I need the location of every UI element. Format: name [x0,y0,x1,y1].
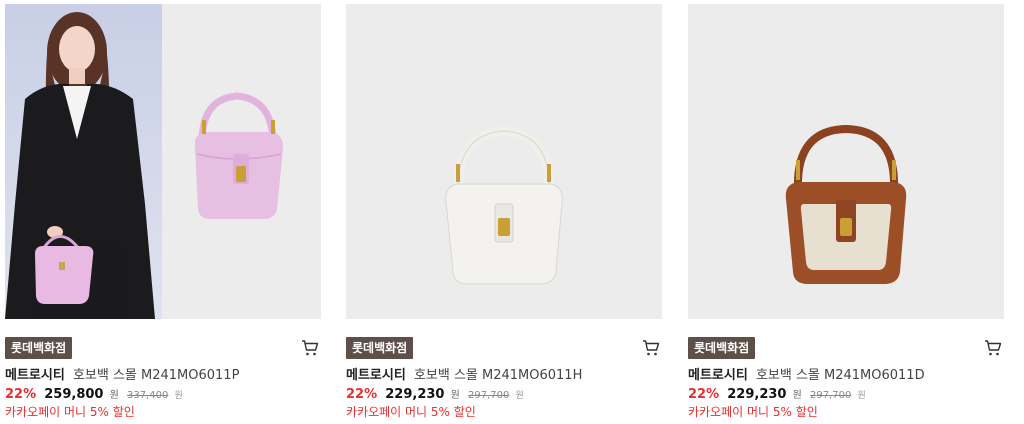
product-title[interactable]: 메트로시티 호보백 스몰 M241MO6011P [5,367,321,385]
product-name: 호보백 스몰 M241MO6011H [413,368,583,383]
original-price: 297,700 [467,390,510,401]
discount-rate: 22% [688,387,720,402]
original-currency-label: 원 [515,391,524,401]
sale-price: 229,230 [385,387,445,402]
product-grid: 롯데백화점 메트로시티 호보백 스몰 M241MO6011P 22% 259,8… [5,4,1005,424]
promo-text: 카카오페이 머니 5% 할인 [346,405,476,419]
product-card[interactable]: 롯데백화점 메트로시티 호보백 스몰 M241MO6011P 22% 259,8… [5,4,321,424]
sale-price: 229,230 [727,387,787,402]
price-row: 22% 229,230 원 297,700 원 [346,386,524,405]
cart-icon[interactable] [984,339,1002,357]
promo-text: 카카오페이 머니 5% 할인 [5,405,135,419]
product-title[interactable]: 메트로시티 호보백 스몰 M241MO6011D [688,367,1004,385]
original-price: 337,400 [126,390,169,401]
original-currency-label: 원 [857,391,866,401]
price-row: 22% 259,800 원 337,400 원 [5,386,183,405]
product-image[interactable] [346,4,662,319]
discount-rate: 22% [346,387,378,402]
product-image[interactable] [5,4,321,319]
cart-icon[interactable] [642,339,660,357]
product-name: 호보백 스몰 M241MO6011P [72,368,240,383]
discount-rate: 22% [5,387,37,402]
store-badge: 롯데백화점 [346,337,414,359]
cart-icon[interactable] [301,339,319,357]
product-name: 호보백 스몰 M241MO6011D [755,368,925,383]
product-image[interactable] [688,4,1004,319]
product-photo [346,4,662,319]
brand-name: 메트로시티 [346,368,406,383]
product-photo [688,4,1004,319]
brand-name: 메트로시티 [5,368,65,383]
store-badge: 롯데백화점 [5,337,73,359]
store-badge: 롯데백화점 [688,337,756,359]
sale-price: 259,800 [44,387,104,402]
price-row: 22% 229,230 원 297,700 원 [688,386,866,405]
currency-label: 원 [792,390,802,401]
currency-label: 원 [450,390,460,401]
product-photo [5,4,321,319]
product-card[interactable]: 롯데백화점 메트로시티 호보백 스몰 M241MO6011D 22% 229,2… [688,4,1004,424]
promo-text: 카카오페이 머니 5% 할인 [688,405,818,419]
product-title[interactable]: 메트로시티 호보백 스몰 M241MO6011H [346,367,662,385]
currency-label: 원 [109,390,119,401]
original-currency-label: 원 [174,391,183,401]
original-price: 297,700 [809,390,852,401]
brand-name: 메트로시티 [688,368,748,383]
product-card[interactable]: 롯데백화점 메트로시티 호보백 스몰 M241MO6011H 22% 229,2… [346,4,662,424]
